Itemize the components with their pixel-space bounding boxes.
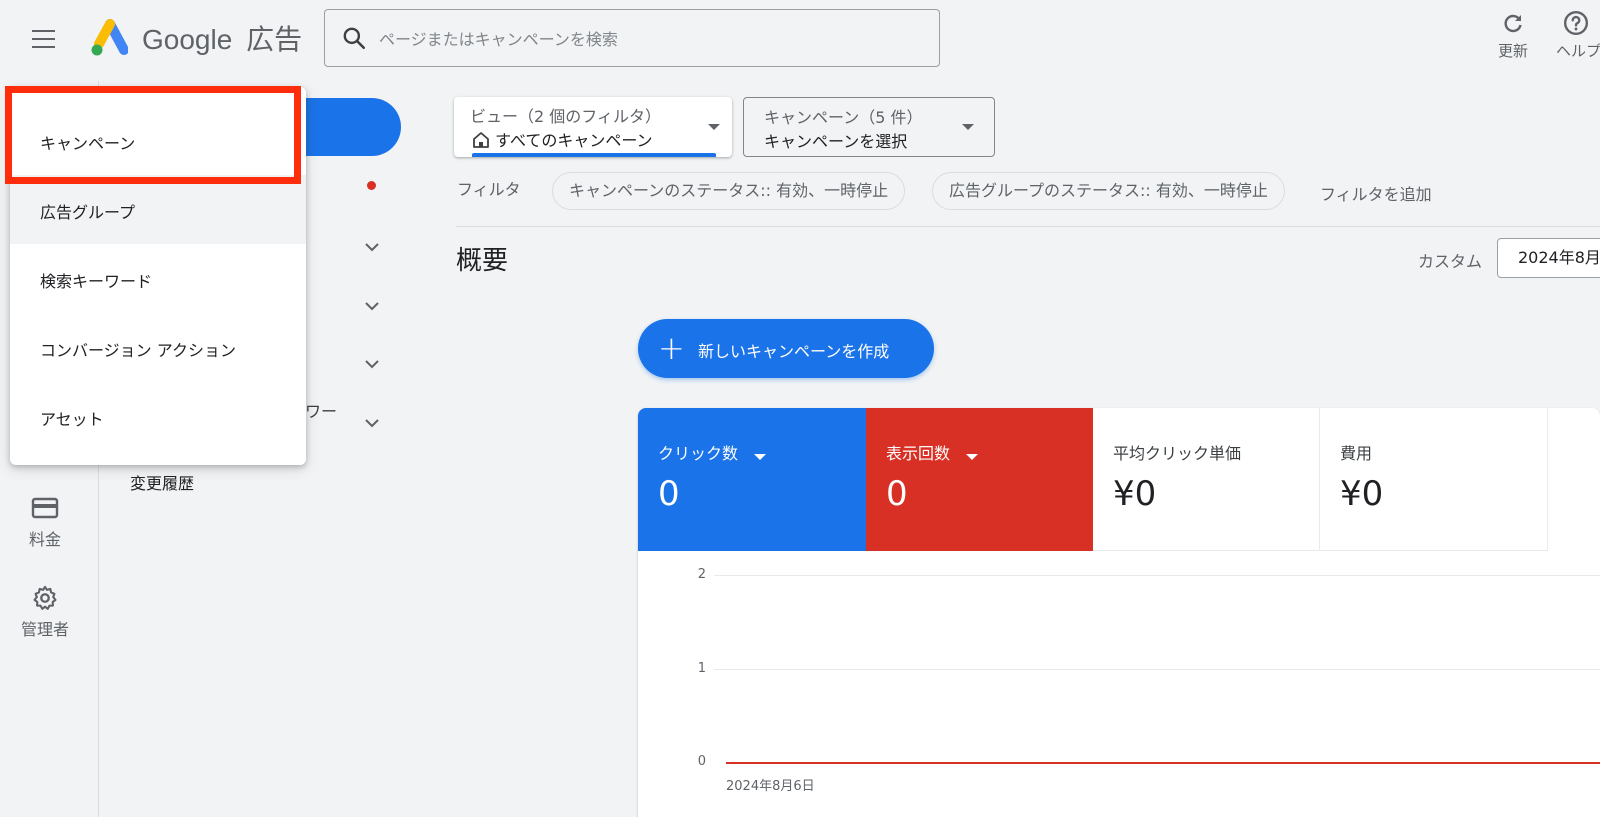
add-filter-button[interactable]: フィルタを追加 [1320,181,1432,205]
line-chart [726,762,1600,764]
highlight-box [5,86,301,184]
menu-item-label: コンバージョン アクション [40,341,236,360]
filter-chip-adgroup-status[interactable]: 広告グループのステータス:: 有効、一時停止 [932,172,1285,210]
caret-down-icon [962,124,974,130]
plus-icon: + [658,329,685,367]
nav-item-partial-label: ワー [305,402,338,421]
hamburger-line [32,38,55,40]
search-box[interactable] [324,9,940,67]
page-title: 概要 [456,246,509,276]
menu-item-label: アセット [40,410,104,429]
menu-item-label: 検索キーワード [40,272,153,291]
hamburger-line [32,30,55,32]
google-ads-logo[interactable] [88,18,129,58]
home-icon [473,132,489,148]
search-input[interactable] [377,24,921,54]
chevron-down-icon[interactable] [362,416,382,430]
x-tick-label: 2024年8月6日 [726,779,815,794]
new-campaign-button[interactable]: + 新しいキャンペーンを作成 [638,319,934,378]
caret-down-icon [708,124,720,130]
view-selector-label: ビュー（2 個のフィルタ） [470,107,661,126]
view-selector-value: すべてのキャンペーン [472,127,653,151]
refresh-icon [1504,14,1522,33]
hamburger-line [32,46,55,48]
rail-item-label: 料金 [28,530,61,549]
menu-item-conversion-actions[interactable]: コンバージョン アクション [10,313,306,382]
rail-item-label: 管理者 [20,620,69,639]
rail-item-billing[interactable]: 料金 [0,496,90,550]
brand-product: 広告 [246,24,303,55]
filter-chip-campaign-status[interactable]: キャンペーンのステータス:: 有効、一時停止 [552,172,906,210]
chevron-down-icon[interactable] [362,357,382,371]
date-range-picker[interactable]: 2024年8月 [1497,238,1600,278]
refresh-button[interactable]: 更新 [1483,8,1543,61]
help-button[interactable]: ヘルプ [1556,8,1600,61]
brand-google: Google [142,24,233,55]
search-icon [343,27,366,50]
nav-item-change-history[interactable]: 変更履歴 [130,470,194,494]
view-selector-active-bar [472,153,716,157]
menu-item-ad-groups[interactable]: 広告グループ [10,175,306,244]
filter-label: フィルタ [457,180,521,199]
menu-item-assets[interactable]: アセット [10,382,306,451]
menu-item-label: 広告グループ [40,203,136,222]
campaign-selector[interactable]: キャンペーン（5 件） キャンペーンを選択 [743,97,995,157]
date-range-type: カスタム [1418,252,1483,271]
rail-item-admin[interactable]: 管理者 [0,584,90,640]
help-icon [1563,10,1589,36]
notification-dot [367,181,376,190]
brand-name: Google 広告 [142,18,302,58]
filter-divider [456,226,1600,227]
view-selector-value-text: すべてのキャンペーン [495,131,653,150]
campaign-selector-label: キャンペーン（5 件） [764,108,923,127]
view-selector[interactable]: ビュー（2 個のフィルタ） すべてのキャンペーン [454,97,732,157]
credit-card-icon [31,497,59,519]
new-campaign-label: 新しいキャンペーンを作成 [698,342,890,361]
main-menu-button[interactable] [22,22,66,58]
help-label: ヘルプ [1556,42,1600,60]
performance-card: クリック数 0 表示回数 0 平均クリック単価 ¥0 費用 ¥0 2 1 0 2… [638,408,1600,817]
campaign-selector-value: キャンペーンを選択 [764,132,908,151]
chevron-down-icon[interactable] [362,299,382,313]
chevron-down-icon[interactable] [362,240,382,254]
menu-item-keywords[interactable]: 検索キーワード [10,244,306,313]
refresh-label: 更新 [1497,42,1528,60]
gear-icon [33,585,57,610]
